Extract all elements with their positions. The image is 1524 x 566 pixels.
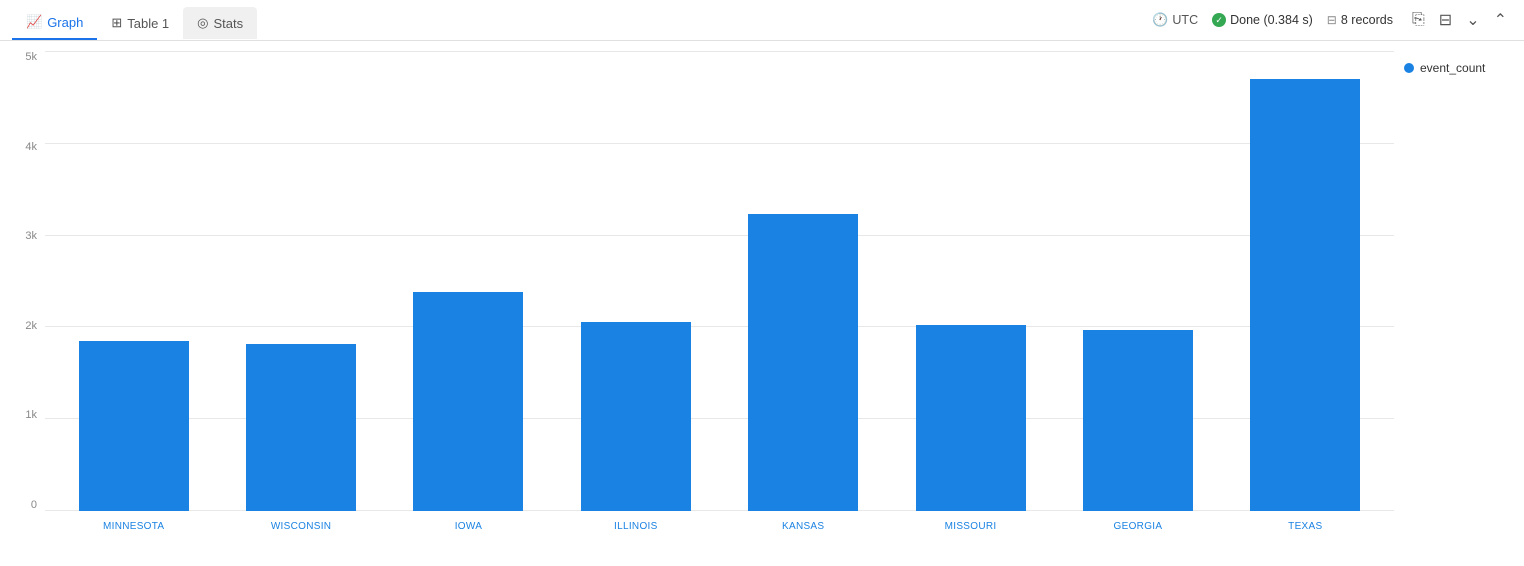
copy-button[interactable]: ⎘ <box>1407 8 1430 32</box>
expand-button[interactable]: ⊟ <box>1434 7 1457 33</box>
bar-texas[interactable] <box>1250 79 1360 511</box>
bar-missouri[interactable] <box>916 325 1026 511</box>
bar-group-kansas <box>735 51 872 511</box>
y-label-0: 0 <box>12 499 37 511</box>
x-label-minnesota: MINNESOTA <box>65 521 202 532</box>
bar-illinois[interactable] <box>581 322 691 511</box>
y-label-1k: 1k <box>12 409 37 421</box>
bar-minnesota[interactable] <box>79 341 189 511</box>
x-label-wisconsin: WISCONSIN <box>232 521 369 532</box>
bar-group-minnesota <box>65 51 202 511</box>
done-icon: ✓ <box>1212 13 1226 27</box>
bar-wisconsin[interactable] <box>246 344 356 511</box>
done-badge: ✓ Done (0.384 s) <box>1212 13 1313 27</box>
top-bar: 📈 Graph ⊞ Table 1 ◎ Stats 🕐 UTC ✓ Done (… <box>0 0 1524 41</box>
y-label-3k: 3k <box>12 230 37 242</box>
bar-iowa[interactable] <box>413 292 523 511</box>
records-badge: ⊟ 8 records <box>1327 13 1393 27</box>
x-label-illinois: ILLINOIS <box>567 521 704 532</box>
tab-graph[interactable]: 📈 Graph <box>12 6 97 40</box>
done-label: Done (0.384 s) <box>1230 13 1313 27</box>
bar-group-iowa <box>400 51 537 511</box>
timezone-label: UTC <box>1172 13 1198 27</box>
toolbar-icons: ⎘ ⊟ ⌄ ⌃ <box>1407 7 1512 33</box>
chevron-up-button[interactable]: ⌃ <box>1489 7 1512 33</box>
bar-group-missouri <box>902 51 1039 511</box>
chart-body: MINNESOTA WISCONSIN IOWA ILLINOIS KANSAS MISS… <box>45 51 1394 541</box>
records-label: 8 records <box>1341 13 1393 27</box>
status-bar: 🕐 UTC ✓ Done (0.384 s) ⊟ 8 records ⎘ ⊟ ⌄… <box>1152 7 1512 39</box>
legend-item-event-count: event_count <box>1404 61 1514 75</box>
timezone-item: 🕐 UTC <box>1152 12 1198 28</box>
x-label-kansas: KANSAS <box>735 521 872 532</box>
chart-area: 0 1k 2k 3k 4k 5k MINNESOTA WISCONSIN IOWA I… <box>0 41 1524 541</box>
tab-bar: 📈 Graph ⊞ Table 1 ◎ Stats <box>12 6 257 40</box>
x-label-texas: TEXAS <box>1237 521 1374 532</box>
stats-icon: ◎ <box>197 15 208 31</box>
x-labels: MINNESOTA WISCONSIN IOWA ILLINOIS KANSAS MISS… <box>45 511 1394 541</box>
y-axis: 0 1k 2k 3k 4k 5k <box>0 51 45 541</box>
chevron-down-button[interactable]: ⌄ <box>1461 7 1484 33</box>
x-label-missouri: MISSOURI <box>902 521 1039 532</box>
clock-icon: 🕐 <box>1152 12 1168 28</box>
tab-stats[interactable]: ◎ Stats <box>183 7 257 39</box>
legend-area: event_count <box>1394 51 1524 541</box>
bar-group-wisconsin <box>232 51 369 511</box>
tab-stats-label: Stats <box>214 16 244 31</box>
bars-container <box>45 51 1394 511</box>
y-label-4k: 4k <box>12 141 37 153</box>
tab-graph-label: Graph <box>47 15 83 30</box>
y-label-5k: 5k <box>12 51 37 63</box>
graph-icon: 📈 <box>26 14 42 30</box>
bar-georgia[interactable] <box>1083 330 1193 511</box>
x-label-iowa: IOWA <box>400 521 537 532</box>
tab-table-label: Table 1 <box>127 16 169 31</box>
legend-label: event_count <box>1420 61 1485 75</box>
bar-group-texas <box>1237 51 1374 511</box>
x-label-georgia: GEORGIA <box>1069 521 1206 532</box>
tab-table[interactable]: ⊞ Table 1 <box>97 7 183 39</box>
y-label-2k: 2k <box>12 320 37 332</box>
table-icon: ⊞ <box>111 15 122 31</box>
bar-kansas[interactable] <box>748 214 858 511</box>
bar-group-georgia <box>1069 51 1206 511</box>
legend-dot <box>1404 63 1414 73</box>
bar-group-illinois <box>567 51 704 511</box>
records-icon: ⊟ <box>1327 13 1337 27</box>
